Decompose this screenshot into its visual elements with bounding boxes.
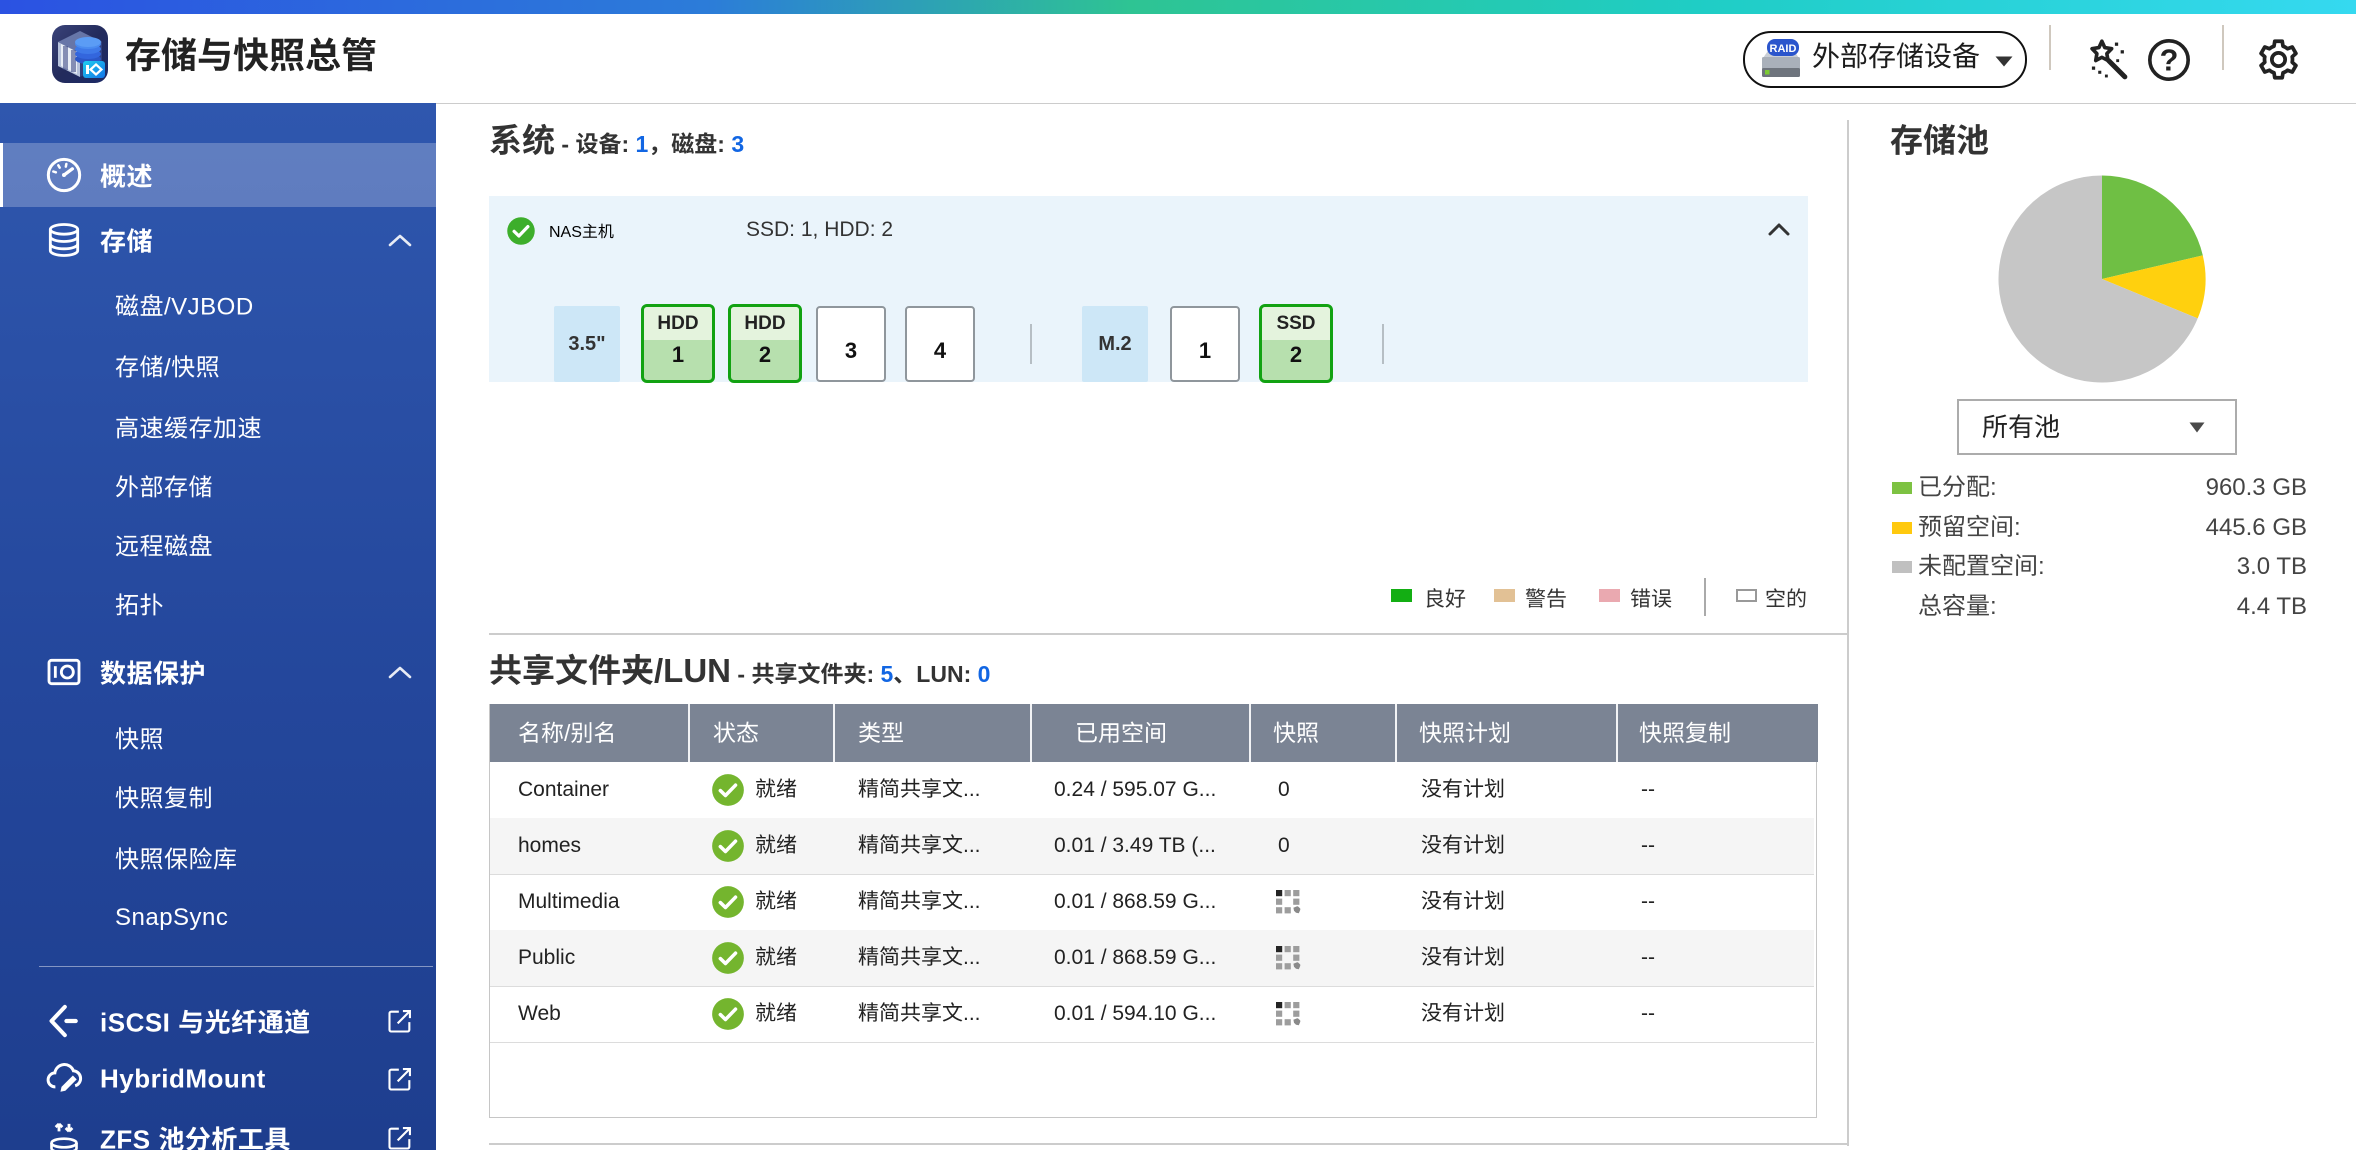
svg-text:?: ?: [2160, 44, 2179, 78]
svg-text:RAID: RAID: [1770, 43, 1797, 55]
